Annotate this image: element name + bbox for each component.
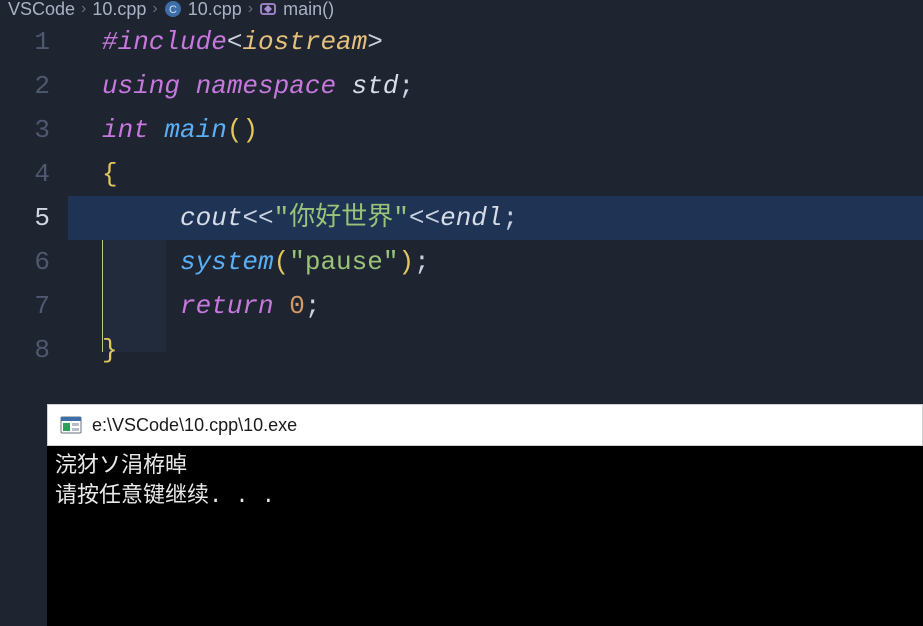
- token-brace: }: [102, 335, 118, 365]
- code-line[interactable]: #include<iostream>: [68, 20, 923, 64]
- breadcrumb-item[interactable]: 10.cpp: [92, 0, 146, 20]
- line-number: 5: [0, 196, 50, 240]
- token-preproc: #include: [102, 27, 227, 57]
- terminal-line: 浣犲ソ涓栫晫: [55, 454, 187, 479]
- terminal-window[interactable]: e:\VSCode\10.cpp\10.exe 浣犲ソ涓栫晫 请按任意键继续. …: [47, 404, 923, 625]
- token-paren: ): [242, 115, 258, 145]
- code-line[interactable]: system("pause");: [68, 240, 923, 284]
- line-number: 7: [0, 284, 50, 328]
- terminal-titlebar[interactable]: e:\VSCode\10.cpp\10.exe: [47, 404, 923, 446]
- token-string: "pause": [289, 247, 398, 277]
- cpp-file-icon: C: [164, 0, 182, 18]
- token-function: system: [180, 247, 274, 277]
- token-paren: (: [274, 247, 290, 277]
- token-operator: <<: [409, 203, 440, 233]
- code-line[interactable]: return 0;: [68, 284, 923, 328]
- line-number: 1: [0, 20, 50, 64]
- token-header: iostream: [242, 27, 367, 57]
- token-semi: ;: [414, 247, 430, 277]
- token-string: "你好世界": [274, 203, 409, 233]
- terminal-output[interactable]: 浣犲ソ涓栫晫 请按任意键继续. . .: [47, 446, 923, 626]
- token-paren: ): [398, 247, 414, 277]
- token-operator: <<: [242, 203, 273, 233]
- token-keyword: namespace: [196, 71, 336, 101]
- line-number: 4: [0, 152, 50, 196]
- token-function: main: [164, 115, 226, 145]
- token-type: int: [102, 115, 149, 145]
- token-paren: (: [227, 115, 243, 145]
- token-angle: <: [227, 27, 243, 57]
- terminal-line: 请按任意键继续. . .: [55, 484, 275, 509]
- code-line[interactable]: using namespace std;: [68, 64, 923, 108]
- line-number: 2: [0, 64, 50, 108]
- token-ident: endl: [440, 203, 502, 233]
- breadcrumb-item[interactable]: main(): [283, 0, 334, 20]
- svg-text:C: C: [169, 4, 177, 16]
- chevron-right-icon: ›: [152, 0, 157, 18]
- token-semi: ;: [305, 291, 321, 321]
- token-semi: ;: [398, 71, 414, 101]
- breadcrumb-item[interactable]: 10.cpp: [188, 0, 242, 20]
- line-number: 3: [0, 108, 50, 152]
- function-icon: [259, 0, 277, 18]
- token-keyword: return: [180, 291, 274, 321]
- chevron-right-icon: ›: [81, 0, 86, 18]
- terminal-title-text: e:\VSCode\10.cpp\10.exe: [92, 415, 297, 436]
- line-number: 6: [0, 240, 50, 284]
- code-line[interactable]: int main(): [68, 108, 923, 152]
- code-editor[interactable]: 1 2 3 4 5 6 7 8 #include<iostream> using…: [0, 20, 923, 372]
- code-line[interactable]: }: [68, 328, 923, 372]
- exe-icon: [60, 414, 82, 436]
- token-keyword: using: [102, 71, 180, 101]
- token-ident: std: [352, 71, 399, 101]
- breadcrumb-item[interactable]: VSCode: [8, 0, 75, 20]
- line-number-gutter: 1 2 3 4 5 6 7 8: [0, 20, 68, 372]
- breadcrumb[interactable]: VSCode › 10.cpp › C 10.cpp › main(): [0, 0, 923, 18]
- token-semi: ;: [503, 203, 519, 233]
- line-number: 8: [0, 328, 50, 372]
- token-ident: cout: [180, 203, 242, 233]
- token-brace: {: [102, 159, 118, 189]
- code-area[interactable]: #include<iostream> using namespace std; …: [68, 20, 923, 372]
- code-line[interactable]: {: [68, 152, 923, 196]
- code-line-current[interactable]: cout<<"你好世界"<<endl;: [68, 196, 923, 240]
- token-number: 0: [289, 291, 305, 321]
- token-angle: >: [367, 27, 383, 57]
- chevron-right-icon: ›: [248, 0, 253, 18]
